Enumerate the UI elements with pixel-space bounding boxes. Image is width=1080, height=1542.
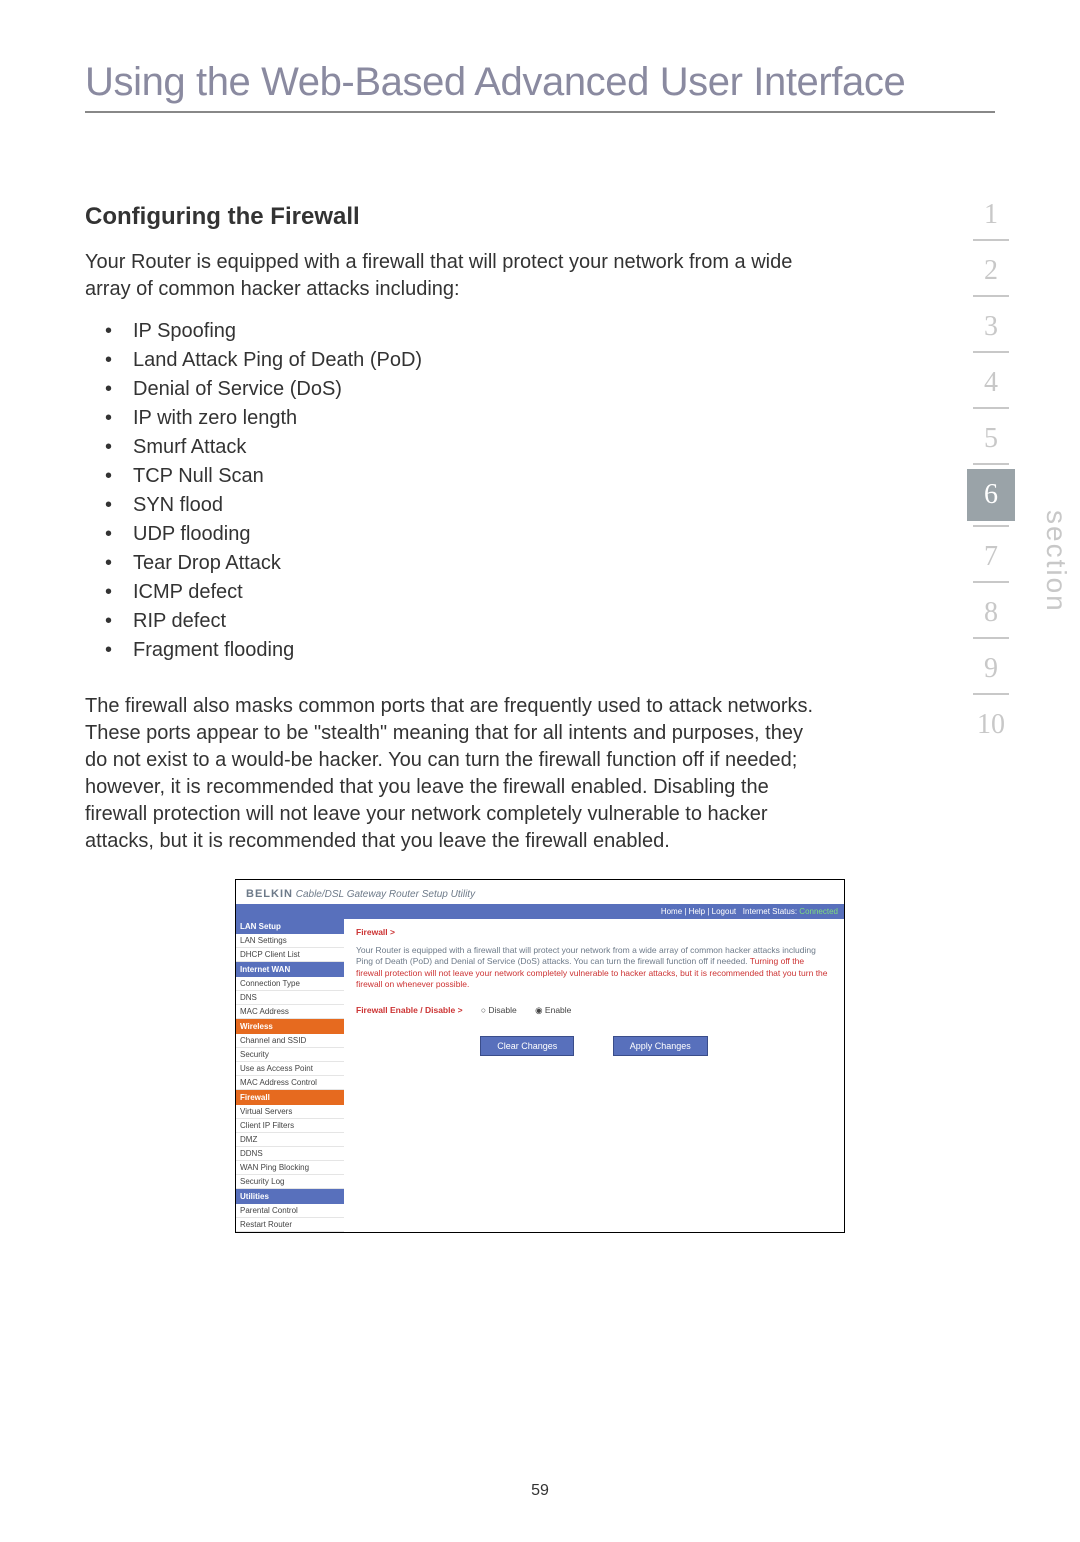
list-item: ICMP defect bbox=[105, 578, 845, 607]
sidebar-item[interactable]: Use as Access Point bbox=[236, 1062, 344, 1076]
nav-item-7[interactable]: 7 bbox=[967, 527, 1015, 581]
nav-divider bbox=[973, 463, 1009, 465]
list-item: UDP flooding bbox=[105, 520, 845, 549]
router-sidebar: LAN Setup LAN Settings DHCP Client List … bbox=[236, 919, 344, 1232]
status-label: Internet Status: bbox=[743, 907, 797, 916]
nav-item-9[interactable]: 9 bbox=[967, 639, 1015, 693]
list-item: Smurf Attack bbox=[105, 433, 845, 462]
sidebar-item[interactable]: DNS bbox=[236, 991, 344, 1005]
sidebar-item[interactable]: Security Log bbox=[236, 1175, 344, 1189]
list-item: IP Spoofing bbox=[105, 317, 845, 346]
radio-disable[interactable]: ○ Disable bbox=[481, 1005, 517, 1015]
toggle-label: Firewall Enable / Disable > bbox=[356, 1005, 463, 1015]
brand-logo-text: BELKIN bbox=[246, 888, 293, 900]
sidebar-header-firewall[interactable]: Firewall bbox=[236, 1090, 344, 1105]
sidebar-header-wireless[interactable]: Wireless bbox=[236, 1019, 344, 1034]
attack-list: IP Spoofing Land Attack Ping of Death (P… bbox=[105, 317, 845, 665]
sidebar-item[interactable]: DDNS bbox=[236, 1147, 344, 1161]
status-value: Connected bbox=[799, 907, 838, 916]
list-item: IP with zero length bbox=[105, 404, 845, 433]
sidebar-item[interactable]: MAC Address Control bbox=[236, 1076, 344, 1090]
nav-item-2[interactable]: 2 bbox=[967, 241, 1015, 295]
sidebar-header-wan[interactable]: Internet WAN bbox=[236, 962, 344, 977]
sidebar-item[interactable]: Client IP Filters bbox=[236, 1119, 344, 1133]
content-title: Firewall > bbox=[356, 927, 832, 945]
sidebar-item[interactable]: DHCP Client List bbox=[236, 948, 344, 962]
section-label: section bbox=[1040, 510, 1072, 613]
page-title: Using the Web-Based Advanced User Interf… bbox=[85, 60, 995, 105]
section-heading: Configuring the Firewall bbox=[85, 203, 995, 231]
sidebar-item[interactable]: Parental Control bbox=[236, 1204, 344, 1218]
title-rule bbox=[85, 111, 995, 113]
sidebar-header-lan[interactable]: LAN Setup bbox=[236, 919, 344, 934]
router-content-pane: Firewall > Your Router is equipped with … bbox=[344, 919, 844, 1232]
router-topbar: Home | Help | Logout Internet Status: Co… bbox=[236, 904, 844, 919]
sidebar-item[interactable]: DMZ bbox=[236, 1133, 344, 1147]
sidebar-item[interactable]: MAC Address bbox=[236, 1005, 344, 1019]
firewall-toggle-row: Firewall Enable / Disable > ○ Disable ◉ … bbox=[356, 1005, 832, 1016]
nav-item-1[interactable]: 1 bbox=[967, 185, 1015, 239]
nav-item-10[interactable]: 10 bbox=[967, 695, 1015, 749]
nav-item-6-current[interactable]: 6 bbox=[967, 469, 1015, 521]
sidebar-item[interactable]: WAN Ping Blocking bbox=[236, 1161, 344, 1175]
list-item: Denial of Service (DoS) bbox=[105, 375, 845, 404]
clear-changes-button[interactable]: Clear Changes bbox=[480, 1036, 574, 1056]
description-paragraph: The firewall also masks common ports tha… bbox=[85, 693, 825, 855]
nav-item-3[interactable]: 3 bbox=[967, 297, 1015, 351]
sidebar-item[interactable]: LAN Settings bbox=[236, 934, 344, 948]
topbar-links[interactable]: Home | Help | Logout bbox=[661, 907, 736, 916]
nav-item-5[interactable]: 5 bbox=[967, 409, 1015, 463]
router-brand-header: BELKIN Cable/DSL Gateway Router Setup Ut… bbox=[236, 880, 844, 904]
list-item: TCP Null Scan bbox=[105, 462, 845, 491]
list-item: Fragment flooding bbox=[105, 636, 845, 665]
section-nav: 1 2 3 4 5 6 7 8 9 10 bbox=[967, 185, 1015, 749]
page-number: 59 bbox=[0, 1482, 1080, 1500]
sidebar-item[interactable]: Connection Type bbox=[236, 977, 344, 991]
list-item: SYN flood bbox=[105, 491, 845, 520]
list-item: RIP defect bbox=[105, 607, 845, 636]
brand-subtitle: Cable/DSL Gateway Router Setup Utility bbox=[293, 889, 475, 900]
sidebar-header-utilities[interactable]: Utilities bbox=[236, 1189, 344, 1204]
content-description: Your Router is equipped with a firewall … bbox=[356, 945, 832, 991]
router-admin-screenshot: BELKIN Cable/DSL Gateway Router Setup Ut… bbox=[235, 879, 845, 1233]
sidebar-item[interactable]: Channel and SSID bbox=[236, 1034, 344, 1048]
nav-item-8[interactable]: 8 bbox=[967, 583, 1015, 637]
nav-item-4[interactable]: 4 bbox=[967, 353, 1015, 407]
sidebar-item[interactable]: Virtual Servers bbox=[236, 1105, 344, 1119]
sidebar-item[interactable]: Security bbox=[236, 1048, 344, 1062]
radio-enable[interactable]: ◉ Enable bbox=[535, 1005, 571, 1015]
list-item: Land Attack Ping of Death (PoD) bbox=[105, 346, 845, 375]
apply-changes-button[interactable]: Apply Changes bbox=[613, 1036, 708, 1056]
list-item: Tear Drop Attack bbox=[105, 549, 845, 578]
sidebar-item[interactable]: Restart Router bbox=[236, 1218, 344, 1232]
intro-paragraph: Your Router is equipped with a firewall … bbox=[85, 249, 825, 303]
